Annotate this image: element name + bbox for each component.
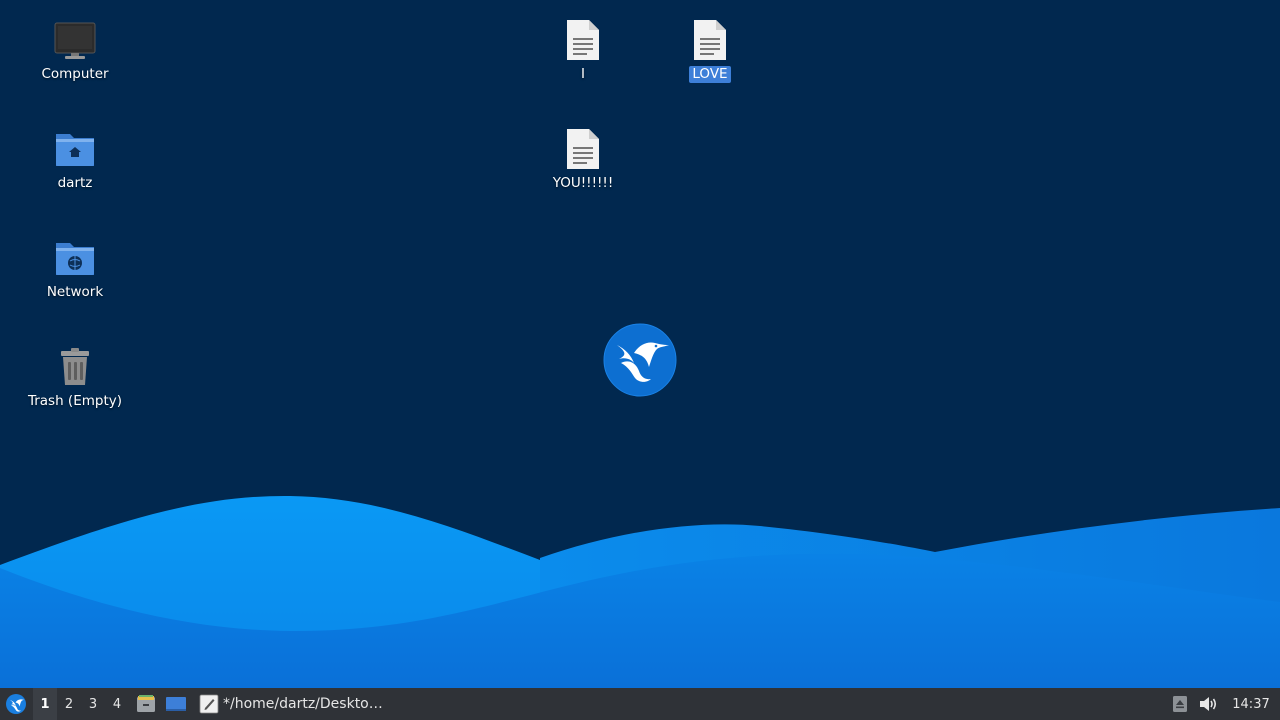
home-folder-desktop-icon[interactable]: dartz	[20, 125, 130, 192]
workspace-4-button[interactable]: 4	[105, 688, 129, 720]
file-i-label: I	[581, 66, 585, 82]
taskbar-window-button[interactable]: */home/dartz/Deskto…	[195, 688, 387, 720]
lubuntu-menu-icon	[6, 694, 26, 714]
computer-desktop-icon[interactable]: Computer	[20, 16, 130, 83]
removable-media-button[interactable]	[1166, 688, 1194, 720]
volume-button[interactable]	[1194, 688, 1222, 720]
file-love-label: LOVE	[689, 66, 731, 83]
file-you-label: YOU!!!!!!	[552, 175, 614, 191]
workspace-2-button[interactable]: 2	[57, 688, 81, 720]
trash-desktop-icon[interactable]: Trash (Empty)	[20, 343, 130, 410]
workspace-switcher: 1 2 3 4	[33, 688, 129, 720]
workspace-1-button[interactable]: 1	[33, 688, 57, 720]
network-desktop-icon[interactable]: Network	[20, 234, 130, 301]
system-tray: 14:37	[1166, 688, 1280, 720]
text-editor-icon	[199, 694, 219, 714]
taskbar-window-title: */home/dartz/Deskto…	[223, 696, 383, 712]
file-i-desktop-icon[interactable]: I	[528, 16, 638, 83]
application-menu-button[interactable]	[3, 691, 29, 717]
clock[interactable]: 14:37	[1222, 697, 1280, 712]
text-file-icon	[686, 16, 734, 64]
desktop[interactable]: Computer dartz Network Trash (Empty) I L…	[0, 0, 1280, 688]
trash-icon	[51, 343, 99, 391]
trash-label: Trash (Empty)	[27, 393, 123, 409]
file-you-desktop-icon[interactable]: YOU!!!!!!	[528, 125, 638, 192]
removable-media-icon	[1173, 696, 1187, 712]
file-manager-launcher[interactable]	[133, 688, 159, 720]
computer-label: Computer	[41, 66, 109, 82]
taskbar: 1 2 3 4 */home/dartz/Deskto… 14:37	[0, 688, 1280, 720]
workspace-3-button[interactable]: 3	[81, 688, 105, 720]
monitor-icon	[51, 16, 99, 64]
text-file-icon	[559, 16, 607, 64]
show-desktop-icon	[166, 697, 186, 711]
lubuntu-bird-logo	[603, 323, 677, 397]
show-desktop-button[interactable]	[163, 688, 189, 720]
file-manager-icon	[137, 695, 155, 712]
file-love-desktop-icon[interactable]: LOVE	[655, 16, 765, 83]
volume-icon	[1200, 697, 1217, 711]
home-folder-icon	[51, 125, 99, 173]
network-folder-icon	[51, 234, 99, 282]
home-folder-label: dartz	[57, 175, 93, 191]
network-label: Network	[46, 284, 104, 300]
text-file-icon	[559, 125, 607, 173]
